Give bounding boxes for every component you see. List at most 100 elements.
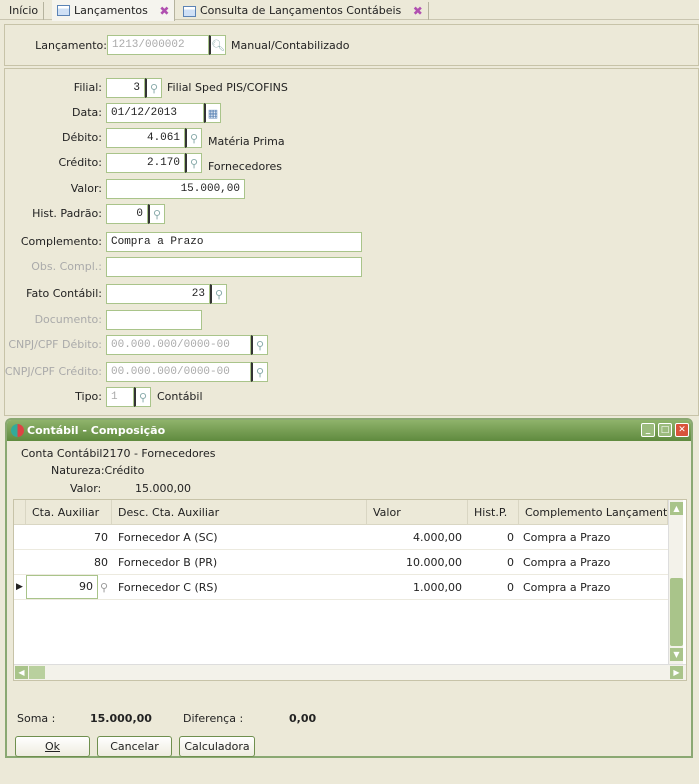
cnpj-credito-input[interactable]: 00.000.000/0000-00 [106, 362, 251, 382]
form-icon [57, 5, 70, 16]
valor-label: Valor: [70, 482, 102, 495]
fato-label: Fato Contábil: [26, 287, 102, 300]
complemento-cell[interactable]: Compra a Prazo [523, 575, 610, 600]
composicao-dialog: Contábil - Composição _ □ ✕ Conta Contáb… [5, 418, 693, 758]
scroll-up-icon[interactable]: ▲ [670, 502, 683, 515]
tipo-desc: Contábil [157, 390, 203, 403]
hist-label: Hist. Padrão: [32, 207, 102, 220]
credito-label: Crédito: [58, 156, 102, 169]
valor-cell[interactable]: 1.000,00 [367, 575, 462, 600]
credito-input[interactable]: 2.170 [106, 153, 185, 173]
table-row[interactable]: 80 Fornecedor B (PR) 10.000,00 0 Compra … [14, 550, 668, 575]
cta-auxiliar-cell[interactable]: 70 [26, 525, 112, 550]
form-icon [183, 5, 196, 17]
cnpj-debito-input[interactable]: 00.000.000/0000-00 [106, 335, 251, 355]
tab-label: Início [9, 4, 39, 17]
close-tab-icon[interactable]: ✖ [159, 3, 169, 19]
composicao-grid: Cta. Auxiliar Desc. Cta. Auxiliar Valor … [13, 499, 687, 681]
cnpj-debito-label: CNPJ/CPF Débito: [8, 338, 102, 351]
scroll-thumb[interactable] [670, 578, 683, 646]
search-icon[interactable]: ⚲ [145, 78, 162, 98]
credito-desc: Fornecedores [208, 160, 283, 173]
search-icon[interactable]: ⚲ [210, 284, 227, 304]
hist-cell[interactable]: 0 [468, 575, 514, 600]
complemento-input[interactable]: Compra a Prazo [106, 232, 362, 252]
maximize-icon[interactable]: □ [658, 423, 672, 437]
lancamento-input[interactable]: 1213/000002 [107, 35, 209, 55]
lancamento-label: Lançamento: [35, 39, 107, 52]
vertical-scrollbar[interactable]: ▲ ▼ [668, 500, 683, 664]
diferenca-label: Diferença : [183, 712, 244, 725]
search-icon[interactable]: ⚲ [251, 335, 268, 355]
desc-cell[interactable]: Fornecedor B (PR) [118, 550, 217, 575]
fato-input[interactable]: 23 [106, 284, 210, 304]
calculadora-button[interactable]: Calculadora [179, 736, 255, 757]
status-text: Manual/Contabilizado [231, 39, 350, 52]
header-panel: Lançamento: 1213/000002 🔍︎ Manual/Contab… [4, 24, 699, 66]
row-indicator [16, 525, 26, 550]
column-header[interactable]: Cta. Auxiliar [26, 500, 112, 525]
tipo-input[interactable]: 1 [106, 387, 134, 407]
cta-auxiliar-cell[interactable]: 90 [26, 575, 98, 599]
column-header[interactable]: Desc. Cta. Auxiliar [112, 500, 367, 525]
tab-label: Consulta de Lançamentos Contábeis [200, 4, 402, 17]
close-icon[interactable]: ✕ [675, 423, 689, 437]
cnpj-credito-label: CNPJ/CPF Crédito: [4, 365, 102, 378]
desc-cell[interactable]: Fornecedor A (SC) [118, 525, 218, 550]
valor-cell[interactable]: 10.000,00 [367, 550, 462, 575]
calculadora-label: Calculadora [184, 740, 250, 753]
tipo-label: Tipo: [75, 390, 102, 403]
search-icon[interactable]: ⚲ [251, 362, 268, 382]
dialog-title: Contábil - Composição [27, 424, 166, 437]
soma-label: Soma : [17, 712, 56, 725]
hist-cell[interactable]: 0 [468, 525, 514, 550]
tab-inicio[interactable]: Início [4, 2, 45, 20]
ok-button[interactable]: Ok [15, 736, 90, 757]
close-tab-icon[interactable]: ✖ [413, 3, 423, 19]
tab-lancamentos[interactable]: Lançamentos ✖ [52, 0, 176, 21]
cta-auxiliar-cell[interactable]: 80 [26, 550, 112, 575]
valor-cell[interactable]: 4.000,00 [367, 525, 462, 550]
search-icon[interactable]: ⚲ [185, 128, 202, 148]
horizontal-scrollbar[interactable]: ◀ ▶ [14, 664, 686, 680]
natureza-text: Natureza:Crédito [51, 464, 145, 477]
soma-value: 15.000,00 [90, 712, 152, 725]
valor-label: Valor: [70, 182, 102, 195]
debito-input[interactable]: 4.061 [106, 128, 185, 148]
obs-input[interactable] [106, 257, 362, 277]
scroll-right-icon[interactable]: ▶ [670, 666, 683, 679]
search-icon[interactable]: ⚲ [185, 153, 202, 173]
complemento-cell[interactable]: Compra a Prazo [523, 525, 610, 550]
search-icon[interactable]: 🔍︎ [209, 35, 226, 55]
scroll-thumb[interactable] [29, 666, 45, 679]
complemento-label: Complemento: [20, 235, 102, 248]
table-row[interactable]: 70 Fornecedor A (SC) 4.000,00 0 Compra a… [14, 525, 668, 550]
debito-desc: Matéria Prima [208, 135, 285, 148]
row-indicator [16, 550, 26, 575]
documento-label: Documento: [34, 313, 102, 326]
table-row[interactable]: ▶ 90 ⚲ Fornecedor C (RS) 1.000,00 0 Comp… [14, 575, 668, 600]
dialog-titlebar[interactable]: Contábil - Composição _ □ ✕ [7, 420, 691, 441]
ok-label: Ok [44, 740, 61, 753]
filial-input[interactable]: 3 [106, 78, 145, 98]
column-header[interactable]: Valor [367, 500, 468, 525]
scroll-down-icon[interactable]: ▼ [670, 648, 683, 661]
hist-cell[interactable]: 0 [468, 550, 514, 575]
tab-consulta[interactable]: Consulta de Lançamentos Contábeis ✖ [178, 2, 429, 20]
desc-cell[interactable]: Fornecedor C (RS) [118, 575, 218, 600]
app-icon [11, 424, 24, 437]
calendar-icon[interactable]: ▦ [204, 103, 221, 123]
search-icon[interactable]: ⚲ [134, 387, 151, 407]
data-input[interactable]: 01/12/2013 [106, 103, 204, 123]
scroll-left-icon[interactable]: ◀ [15, 666, 28, 679]
documento-input[interactable] [106, 310, 202, 330]
column-header[interactable]: Complemento Lançamento [519, 500, 668, 525]
minimize-icon[interactable]: _ [641, 423, 655, 437]
cancelar-button[interactable]: Cancelar [97, 736, 172, 757]
valor-input[interactable]: 15.000,00 [106, 179, 245, 199]
hist-input[interactable]: 0 [106, 204, 148, 224]
column-header[interactable]: Hist.P. [468, 500, 519, 525]
search-icon[interactable]: ⚲ [148, 204, 165, 224]
complemento-cell[interactable]: Compra a Prazo [523, 550, 610, 575]
search-icon[interactable]: ⚲ [100, 575, 108, 600]
